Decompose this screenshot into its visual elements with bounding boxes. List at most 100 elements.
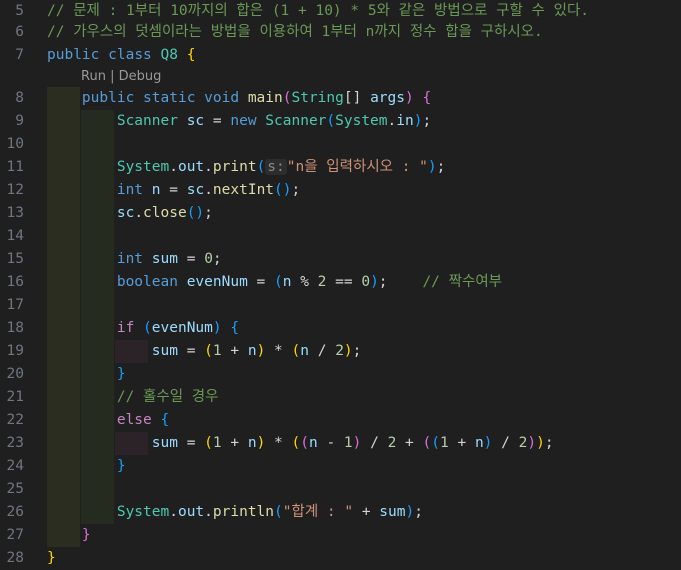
- line-number: 10: [6, 136, 24, 152]
- code-line-12[interactable]: int n = sc.nextInt();: [47, 179, 681, 202]
- variable: sum: [151, 343, 178, 359]
- line-number: 9: [15, 113, 24, 129]
- variable: n: [300, 343, 309, 359]
- line-number: 13: [6, 205, 24, 221]
- variable: sc: [186, 113, 205, 129]
- keyword: class: [108, 47, 152, 63]
- type-name: String: [291, 90, 344, 106]
- variable: args: [370, 90, 405, 106]
- brace: {: [186, 47, 196, 63]
- line-number: 11: [6, 159, 24, 175]
- number-literal: 2: [317, 274, 327, 290]
- line-number: 22: [6, 412, 24, 428]
- number-literal: 1: [343, 435, 353, 451]
- parameter-hint: s:: [265, 159, 287, 175]
- code-editor[interactable]: 5 6 7 8 9 10 11 12 13 14 15 16 17 18 19 20 21 22 23 24 25 26 2…: [0, 0, 681, 566]
- variable: in: [396, 113, 414, 129]
- codelens: Run | Debug: [81, 67, 161, 87]
- type-name: System: [335, 113, 388, 129]
- variable: sc: [116, 205, 135, 221]
- codelens-run-link[interactable]: Run: [81, 69, 106, 84]
- line-number: 24: [6, 458, 24, 474]
- code-line-13[interactable]: sc.close();: [47, 202, 681, 225]
- code-line-6[interactable]: // 가우스의 덧셈이라는 방법을 이용하여 1부터 n까지 정수 합을 구하시…: [47, 21, 681, 44]
- line-number: 12: [6, 182, 24, 198]
- line-number: 5: [15, 3, 24, 19]
- line-number: 20: [6, 366, 24, 382]
- line-number: 15: [6, 251, 24, 267]
- line-number-gutter: 5 6 7 8 9 10 11 12 13 14 15 16 17 18 19 20 21 22 23 24 25 26 2…: [0, 0, 38, 566]
- number-literal: 0: [361, 274, 371, 290]
- code-line-19[interactable]: sum = (1 + n) * (n / 2);: [47, 340, 681, 363]
- comment: // 짝수여부: [422, 274, 503, 290]
- number-literal: 1: [212, 435, 222, 451]
- code-line-11[interactable]: System.out.print(s: "n을 입력하시오 : ");: [47, 156, 681, 179]
- comment: // 문제 : 1부터 10까지의 합은 (1 + 10) * 5와 같은 방법…: [47, 3, 590, 19]
- type-name: Scanner: [116, 113, 178, 129]
- line-number: 17: [6, 297, 24, 313]
- number-literal: 1: [212, 343, 222, 359]
- code-line-27[interactable]: }: [47, 524, 681, 547]
- variable: sc: [186, 182, 205, 198]
- type-name: System: [116, 504, 170, 520]
- code-line-9[interactable]: Scanner sc = new Scanner(System.in);: [47, 110, 681, 133]
- code-line-16[interactable]: boolean evenNum = (n % 2 == 0); // 짝수여부: [47, 271, 681, 294]
- code-line-15[interactable]: int sum = 0;: [47, 248, 681, 271]
- line-number: 6: [15, 24, 24, 40]
- variable: sum: [379, 504, 406, 520]
- array-brackets: []: [343, 90, 362, 106]
- number-literal: 2: [335, 343, 344, 359]
- method-name: println: [212, 504, 275, 520]
- line-number: 23: [6, 435, 24, 451]
- code-line-7[interactable]: public class Q8 {: [47, 44, 681, 67]
- string-literal: "n을 입력하시오 : ": [286, 159, 428, 175]
- comment: // 가우스의 덧셈이라는 방법을 이용하여 1부터 n까지 정수 합을 구하시…: [47, 24, 543, 40]
- type-name: System: [116, 159, 170, 175]
- code-line-22[interactable]: else {: [47, 409, 681, 432]
- line-number: 14: [6, 228, 24, 244]
- code-line-18[interactable]: if (evenNum) {: [47, 317, 681, 340]
- variable: n: [308, 435, 318, 451]
- line-number: 26: [6, 504, 24, 520]
- line-number: 28: [6, 550, 24, 566]
- code-line-28[interactable]: }: [47, 547, 681, 570]
- line-number: 16: [6, 274, 24, 290]
- keyword: int: [116, 251, 144, 267]
- codelens-debug-link[interactable]: Debug: [119, 69, 162, 84]
- number-literal: 0: [204, 251, 213, 267]
- keyword: public: [47, 47, 100, 63]
- keyword: static: [143, 90, 196, 106]
- line-number: 25: [6, 481, 24, 497]
- class-name: Q8: [160, 47, 178, 63]
- keyword: new: [230, 113, 257, 129]
- keyword: else: [116, 412, 152, 428]
- method-name: main: [247, 90, 283, 106]
- code-line-20[interactable]: }: [47, 363, 681, 386]
- code-line-23[interactable]: sum = (1 + n) * ((n - 1) / 2 + ((1 + n) …: [47, 432, 681, 455]
- code-line-5[interactable]: // 문제 : 1부터 10까지의 합은 (1 + 10) * 5와 같은 방법…: [47, 0, 681, 23]
- line-number: 27: [6, 527, 24, 543]
- variable: out: [177, 504, 205, 520]
- keyword: if: [116, 320, 135, 336]
- variable: n: [247, 435, 257, 451]
- line-number: 19: [6, 343, 24, 359]
- keyword: int: [116, 182, 144, 198]
- keyword: void: [204, 90, 240, 106]
- line-number: 21: [6, 389, 24, 405]
- code-line-21[interactable]: // 홀수일 경우: [47, 386, 681, 409]
- variable: n: [474, 435, 484, 451]
- line-number: 18: [6, 320, 24, 336]
- variable: sum: [151, 251, 178, 267]
- keyword: boolean: [116, 274, 178, 290]
- line-number: 8: [15, 90, 24, 106]
- variable: n: [151, 182, 161, 198]
- method-name: print: [212, 159, 257, 175]
- type-name: Scanner: [265, 113, 327, 129]
- variable: n: [282, 274, 292, 290]
- code-line-8[interactable]: public static void main(String[] args) {: [47, 87, 681, 110]
- code-line-26[interactable]: System.out.println("합계 : " + sum);: [47, 501, 681, 524]
- number-literal: 2: [387, 435, 397, 451]
- string-literal: "합계 : ": [282, 504, 354, 520]
- variable: n: [247, 343, 257, 359]
- code-line-24[interactable]: }: [47, 455, 681, 478]
